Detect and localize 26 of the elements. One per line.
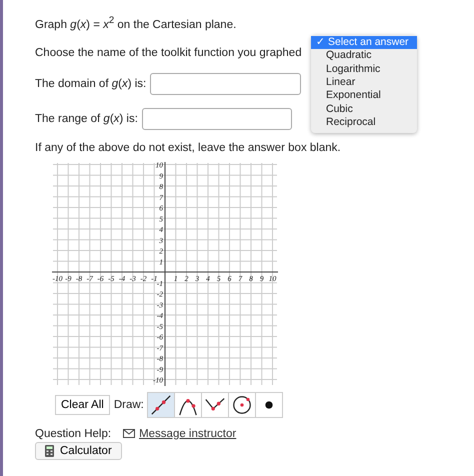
menu-item[interactable]: Reciprocal [311,116,417,130]
menu-item[interactable]: ✓ Select an answer [311,36,417,50]
line-tool-button[interactable] [146,392,175,418]
calculator-button[interactable]: Calculator [35,442,122,460]
menu-item[interactable]: Quadratic [311,49,417,63]
calculator-icon [45,444,54,457]
menu-item[interactable]: Exponential [311,89,417,103]
draw-label: Draw: [114,398,144,411]
menu-item[interactable]: Cubic [311,102,417,116]
menu-item[interactable]: Linear [311,76,417,90]
field-label: The domain of g(x) is: [35,78,146,90]
instruction-text: If any of the above do not exist, leave the answer box blank. [35,140,342,156]
circle-icon [230,394,253,416]
absolute-tool-button[interactable] [200,392,229,418]
clear-all-button[interactable]: Clear All [55,394,110,415]
menu-item[interactable]: Logarithmic [311,62,417,76]
question-text: Graph g(x) = x$^{2}$ on the Cartesian plane. [35,14,238,33]
point-tool-button[interactable] [254,392,283,418]
parabola-tool-button[interactable] [174,392,202,418]
field-label: The range of g(x) is: [35,112,138,125]
mail-icon [123,429,136,438]
help-label: Question Help: [35,428,112,440]
circle-tool-button[interactable] [228,392,256,418]
line-icon [150,394,172,416]
question-text: Choose the name of the toolkit function you graphed [35,46,302,59]
message-instructor-link[interactable]: Message instructor [139,428,236,440]
